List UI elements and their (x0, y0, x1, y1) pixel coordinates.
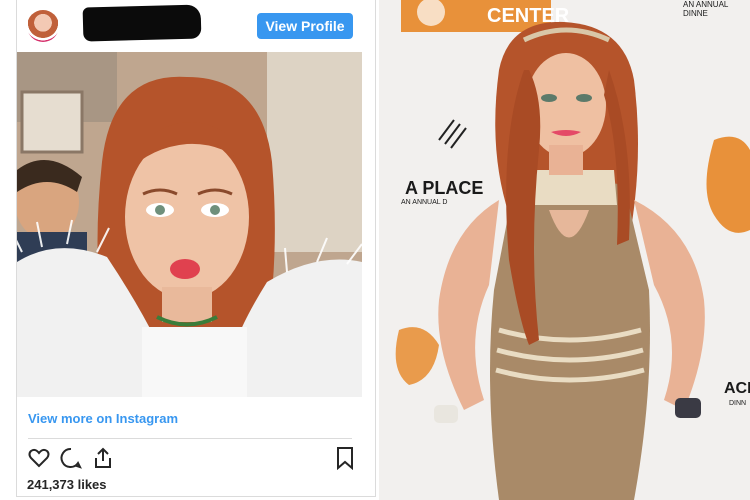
share-icon[interactable] (91, 446, 115, 470)
avatar[interactable] (27, 10, 59, 42)
selfie-illustration (17, 52, 362, 397)
backdrop-corner-text: AN ANNUAL DINNE (683, 0, 729, 18)
view-profile-button[interactable]: View Profile (257, 13, 353, 39)
post-photo[interactable] (17, 52, 362, 397)
redacted-username (82, 4, 202, 42)
bookmark-icon[interactable] (333, 446, 357, 470)
divider (28, 438, 352, 439)
backdrop-annual-text: AN ANNUAL D (401, 199, 448, 206)
post-header: View Profile (17, 0, 375, 52)
backdrop-tiny-text: DINN (729, 400, 747, 407)
backdrop-a-place-text: A PLACE (405, 178, 484, 198)
backdrop-center-text: CENTER (487, 5, 570, 27)
heart-icon[interactable] (27, 446, 51, 470)
event-photo: CENTER A PLACE AN ANNUAL D AN ANNUAL DIN… (379, 0, 750, 500)
like-count: 241,373 likes (27, 477, 107, 492)
instagram-embed-card: View Profile View more on Instagram 241,… (16, 0, 376, 497)
red-carpet-illustration (379, 0, 750, 500)
comment-icon[interactable] (59, 446, 83, 470)
view-more-link[interactable]: View more on Instagram (28, 411, 178, 426)
backdrop-side-text: ACE (724, 380, 750, 397)
